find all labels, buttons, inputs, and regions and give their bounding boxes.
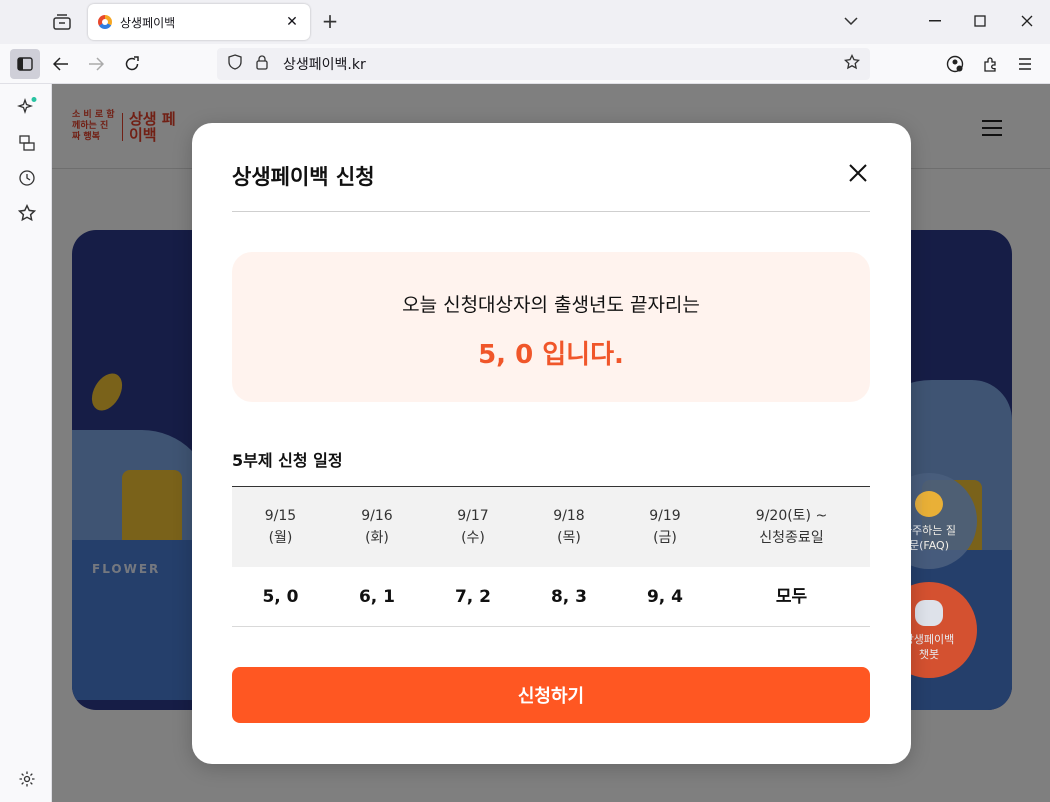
- sidebar-toggle-icon[interactable]: [10, 49, 40, 79]
- tab-bar: 상생페이백 ✕ +: [0, 0, 1050, 44]
- modal-divider: [232, 211, 870, 212]
- maximize-icon[interactable]: [965, 8, 995, 34]
- eligible-digits-text: 5, 0 입니다.: [478, 340, 624, 370]
- settings-gear-icon[interactable]: [16, 768, 38, 790]
- shield-icon[interactable]: [227, 54, 243, 74]
- schedule-date-cell: 9/17 (수): [457, 508, 489, 546]
- site-favicon-icon: [98, 15, 112, 29]
- menu-icon[interactable]: [1010, 49, 1040, 79]
- address-bar[interactable]: 상생페이백.kr: [217, 48, 870, 80]
- faq-character-icon: [915, 491, 943, 517]
- schedule-digits-cell: 7, 2: [454, 586, 492, 607]
- list-all-tabs-icon[interactable]: [836, 8, 866, 34]
- schedule-date-cell: 9/15 (월): [264, 508, 297, 546]
- extensions-icon[interactable]: [975, 49, 1005, 79]
- schedule-table: 9/15 (월) 9/16 (화) 9/17 (수) 9/18 (목) 9/19 (금) …: [232, 486, 870, 627]
- forward-icon[interactable]: [81, 49, 111, 79]
- lock-icon[interactable]: [255, 54, 269, 74]
- ai-sparkle-icon[interactable]: [16, 96, 38, 118]
- browser-tab[interactable]: 상생페이백 ✕: [88, 4, 310, 40]
- tab-list-icon[interactable]: [50, 10, 74, 34]
- schedule-date-cell: 9/20(토) ~ 신청종료일: [755, 508, 828, 546]
- schedule-digits-cell: 9, 4: [646, 586, 684, 607]
- close-tab-icon[interactable]: ✕: [284, 14, 300, 30]
- tab-title: 상생페이백: [120, 15, 176, 30]
- schedule-digits-cell: 6, 1: [358, 586, 396, 607]
- schedule-date-cell: 9/16 (화): [361, 508, 393, 546]
- schedule-digits-cell: 모두: [775, 586, 808, 607]
- schedule-digits-cell: 8, 3: [550, 586, 588, 607]
- schedule-header-row: 9/15 (월) 9/16 (화) 9/17 (수) 9/18 (목) 9/19 (금) …: [232, 487, 870, 567]
- schedule-digits-row: 5, 0 6, 1 7, 2 8, 3 9, 4 모두: [232, 567, 870, 627]
- close-icon[interactable]: [844, 159, 872, 187]
- url-text: 상생페이백.kr: [283, 57, 366, 73]
- account-icon[interactable]: [940, 49, 970, 79]
- reload-icon[interactable]: [117, 49, 147, 79]
- schedule-date-cell: 9/19 (금): [649, 508, 681, 546]
- apply-button[interactable]: 신청하기: [232, 667, 870, 723]
- schedule-heading: 5부제 신청 일정: [232, 451, 343, 470]
- browser-sidebar: [0, 84, 52, 802]
- schedule-date-cell: 9/18 (목): [553, 508, 585, 546]
- bookmark-star-icon[interactable]: [843, 53, 861, 74]
- modal-title: 상생페이백 신청: [232, 165, 375, 189]
- history-icon[interactable]: [16, 167, 38, 189]
- bookmarks-icon[interactable]: [16, 202, 38, 224]
- synced-tabs-icon[interactable]: [16, 132, 38, 154]
- minimize-icon[interactable]: [920, 8, 950, 34]
- close-window-icon[interactable]: [1012, 8, 1042, 34]
- schedule-digits-cell: 5, 0: [262, 586, 299, 607]
- apply-modal: 상생페이백 신청 오늘 신청대상자의 출생년도 끝자리는 5, 0 입니다. 5…: [192, 123, 911, 764]
- robot-icon: [915, 600, 943, 626]
- new-tab-button[interactable]: +: [318, 10, 342, 34]
- navigation-toolbar: 상생페이백.kr: [0, 44, 1050, 84]
- eligibility-notice: 오늘 신청대상자의 출생년도 끝자리는 5, 0 입니다.: [232, 252, 870, 402]
- notice-text: 오늘 신청대상자의 출생년도 끝자리는: [402, 294, 700, 316]
- back-icon[interactable]: [46, 49, 76, 79]
